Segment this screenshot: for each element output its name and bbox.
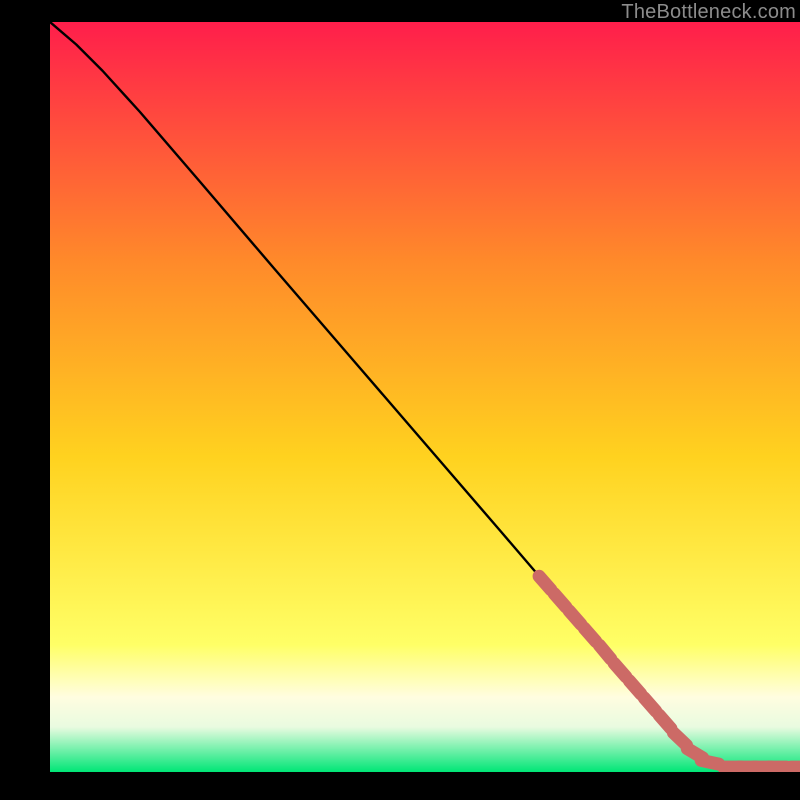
marker-dash <box>569 611 581 625</box>
plot-area <box>50 22 800 772</box>
gradient-background <box>50 22 800 772</box>
chart-stage: TheBottleneck.com <box>0 0 800 800</box>
marker-dash <box>539 576 551 590</box>
marker-dash <box>659 715 671 729</box>
marker-dash <box>554 593 566 607</box>
marker-dash <box>701 760 719 764</box>
marker-dash <box>584 628 596 642</box>
watermark-text: TheBottleneck.com <box>621 1 796 24</box>
plot-svg <box>50 22 800 772</box>
marker-dash <box>629 680 641 694</box>
marker-dash <box>644 698 656 712</box>
marker-dash <box>614 663 626 677</box>
marker-dash <box>599 645 611 659</box>
